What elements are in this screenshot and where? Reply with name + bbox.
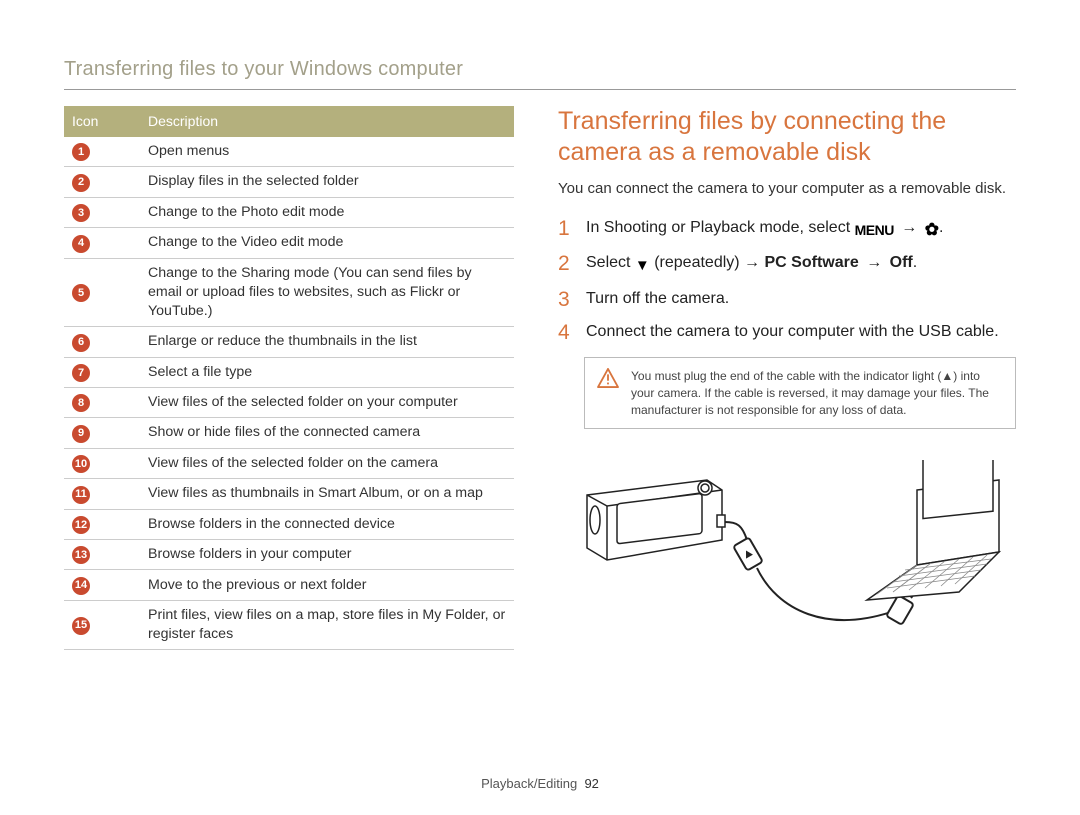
- step-4: Connect the camera to your computer with…: [558, 321, 1016, 343]
- menu-icon: MENU: [855, 221, 894, 240]
- off-label: Off: [890, 254, 913, 271]
- arrow-icon: →: [859, 254, 890, 271]
- desc-cell: View files of the selected folder on the…: [140, 448, 514, 478]
- col-icon-header: Icon: [64, 106, 140, 137]
- table-row: 3 Change to the Photo edit mode: [64, 197, 514, 227]
- num-badge: 11: [72, 486, 90, 504]
- pc-software-label: PC Software: [765, 254, 859, 271]
- table-row: 14 Move to the previous or next folder: [64, 570, 514, 600]
- desc-cell: Move to the previous or next folder: [140, 570, 514, 600]
- arrow-icon: →: [894, 219, 925, 236]
- table-row: 12 Browse folders in the connected device: [64, 509, 514, 539]
- page-title: Transferring files to your Windows compu…: [64, 58, 1016, 90]
- num-badge: 2: [72, 174, 90, 192]
- desc-cell: Open menus: [140, 137, 514, 167]
- num-badge: 15: [72, 617, 90, 635]
- num-badge: 1: [72, 143, 90, 161]
- table-row: 7 Select a file type: [64, 357, 514, 387]
- num-badge: 7: [72, 364, 90, 382]
- col-desc-header: Description: [140, 106, 514, 137]
- section-intro: You can connect the camera to your compu…: [558, 179, 1016, 199]
- step-text: Select: [586, 254, 635, 271]
- warning-icon: [597, 368, 619, 388]
- step-1: In Shooting or Playback mode, select MEN…: [558, 217, 1016, 240]
- desc-cell: View files as thumbnails in Smart Album,…: [140, 479, 514, 509]
- table-row: 10 View files of the selected folder on t…: [64, 448, 514, 478]
- step-text: In Shooting or Playback mode, select: [586, 219, 855, 236]
- footer-page-number: 92: [584, 776, 598, 791]
- table-row: 9 Show or hide files of the connected cam…: [64, 418, 514, 448]
- num-badge: 3: [72, 204, 90, 222]
- table-row: 4 Change to the Video edit mode: [64, 228, 514, 258]
- gear-icon: ✿: [925, 221, 939, 238]
- table-row: 6 Enlarge or reduce the thumbnails in the…: [64, 327, 514, 357]
- desc-cell: Browse folders in your computer: [140, 540, 514, 570]
- table-row: 5 Change to the Sharing mode (You can sen…: [64, 258, 514, 327]
- num-badge: 13: [72, 546, 90, 564]
- warning-note: You must plug the end of the cable with …: [584, 357, 1016, 429]
- num-badge: 12: [72, 516, 90, 534]
- desc-cell: Change to the Video edit mode: [140, 228, 514, 258]
- desc-cell: View files of the selected folder on you…: [140, 387, 514, 417]
- num-badge: 6: [72, 334, 90, 352]
- desc-cell: Display files in the selected folder: [140, 167, 514, 197]
- footer-section: Playback/Editing: [481, 776, 577, 791]
- section-heading: Transferring files by connecting the cam…: [558, 106, 1016, 169]
- desc-cell: Print files, view files on a map, store …: [140, 600, 514, 649]
- down-icon: ▼: [635, 256, 650, 276]
- table-row: 15 Print files, view files on a map, stor…: [64, 600, 514, 649]
- desc-cell: Change to the Sharing mode (You can send…: [140, 258, 514, 327]
- num-badge: 4: [72, 235, 90, 253]
- step-3: Turn off the camera.: [558, 288, 1016, 310]
- num-badge: 14: [72, 577, 90, 595]
- step-text-end: .: [939, 219, 943, 236]
- desc-cell: Show or hide files of the connected came…: [140, 418, 514, 448]
- desc-cell: Change to the Photo edit mode: [140, 197, 514, 227]
- num-badge: 9: [72, 425, 90, 443]
- table-row: 2 Display files in the selected folder: [64, 167, 514, 197]
- icon-description-table: Icon Description 1 Open menus 2 Display fi…: [64, 106, 514, 650]
- camera-laptop-illustration: [558, 445, 1016, 675]
- left-column: Icon Description 1 Open menus 2 Display fi…: [64, 106, 514, 675]
- note-text: You must plug the end of the cable with …: [631, 368, 1003, 418]
- steps-list: In Shooting or Playback mode, select MEN…: [558, 217, 1016, 343]
- page-footer: Playback/Editing 92: [0, 776, 1080, 791]
- step-text: (repeatedly) →: [650, 254, 765, 271]
- table-row: 8 View files of the selected folder on yo…: [64, 387, 514, 417]
- table-row: 11 View files as thumbnails in Smart Albu…: [64, 479, 514, 509]
- num-badge: 5: [72, 284, 90, 302]
- num-badge: 8: [72, 394, 90, 412]
- content-columns: Icon Description 1 Open menus 2 Display fi…: [64, 106, 1016, 675]
- right-column: Transferring files by connecting the cam…: [558, 106, 1016, 675]
- table-row: 13 Browse folders in your computer: [64, 540, 514, 570]
- desc-cell: Browse folders in the connected device: [140, 509, 514, 539]
- desc-cell: Enlarge or reduce the thumbnails in the …: [140, 327, 514, 357]
- desc-cell: Select a file type: [140, 357, 514, 387]
- step-text-end: .: [913, 254, 917, 271]
- table-row: 1 Open menus: [64, 137, 514, 167]
- step-2: Select ▼ (repeatedly) → PC Software → Of…: [558, 252, 1016, 276]
- num-badge: 10: [72, 455, 90, 473]
